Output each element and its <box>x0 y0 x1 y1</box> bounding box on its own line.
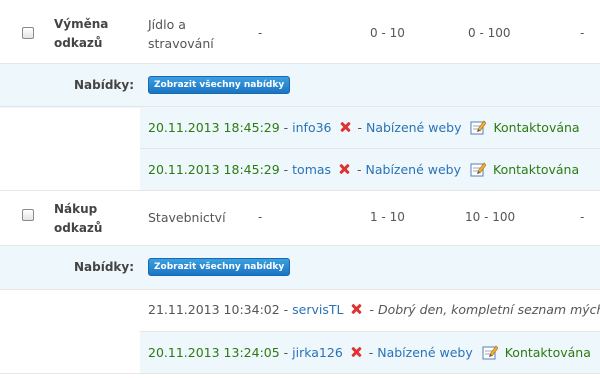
task-col-a: - <box>258 210 263 224</box>
offer-message: Dobrý den, kompletní seznam mých <box>377 302 600 317</box>
offer-row: 20.11.2013 18:45:29 - tomas - Nabízené w… <box>0 149 600 190</box>
offer-separator: - <box>353 162 366 177</box>
task-title-line1: Nákup <box>54 202 98 216</box>
task-title-line2: odkazů <box>54 36 103 50</box>
offer-row: 21.11.2013 10:34:02 - servisTL - Dobrý d… <box>0 290 600 331</box>
offer-datetime: 20.11.2013 18:45:29 <box>148 120 280 135</box>
delete-icon[interactable] <box>350 303 362 315</box>
task-col-c: 10 - 100 <box>465 210 516 224</box>
category-line1: Stavebnictví <box>148 210 226 225</box>
offer-user-link[interactable]: jirka126 <box>292 345 343 360</box>
delete-icon[interactable] <box>339 121 351 133</box>
edit-icon[interactable] <box>470 161 487 177</box>
task-col-b: 0 - 10 <box>370 26 405 40</box>
offer-row: 20.11.2013 18:45:29 - info36 - Nabízené … <box>0 107 600 148</box>
offers-label: Nabídky: <box>74 78 135 92</box>
category-line2: stravování <box>148 36 214 51</box>
task-title[interactable]: Výměna odkazů <box>54 15 108 53</box>
offer-datetime: 20.11.2013 13:24:05 <box>148 345 280 360</box>
offer-line: 20.11.2013 18:45:29 - info36 - Nabízené … <box>148 119 580 136</box>
show-all-offers-button[interactable]: Zobrazit všechny nabídky <box>148 258 291 276</box>
edit-icon[interactable] <box>482 344 498 360</box>
offer-type-link[interactable]: Nabízené weby <box>366 162 462 177</box>
task-title[interactable]: Nákup odkazů <box>54 200 102 238</box>
offer-row: 20.11.2013 13:24:05 - jirka126 - Nabízen… <box>0 332 600 373</box>
task-col-d: - <box>580 26 585 40</box>
offer-status: Kontaktována <box>493 162 580 177</box>
task-col-a: - <box>258 26 263 40</box>
offer-user-link[interactable]: tomas <box>292 162 331 177</box>
offer-user-link[interactable]: servisTL <box>292 302 343 317</box>
delete-icon[interactable] <box>350 346 362 358</box>
delete-icon[interactable] <box>338 163 350 175</box>
offer-datetime: 21.11.2013 10:34:02 <box>148 302 280 317</box>
task-checkbox[interactable] <box>22 209 34 221</box>
task-category: Stavebnictví <box>148 208 226 227</box>
task-category: Jídlo a stravování <box>148 15 214 53</box>
offer-separator: - <box>279 302 293 317</box>
task-col-d: - <box>580 210 585 224</box>
offer-line: 21.11.2013 10:34:02 - servisTL - Dobrý d… <box>148 302 600 318</box>
show-all-offers-button[interactable]: Zobrazit všechny nabídky <box>148 76 291 94</box>
category-line1: Jídlo a <box>148 17 186 32</box>
offer-separator: - <box>365 302 378 317</box>
offer-separator: - <box>364 345 378 360</box>
task-col-b: 1 - 10 <box>370 210 405 224</box>
edit-icon[interactable] <box>470 119 487 135</box>
offer-line: 20.11.2013 13:24:05 - jirka126 - Nabízen… <box>148 344 591 361</box>
offers-header: Nabídky: Zobrazit všechny nabídky <box>0 246 600 290</box>
offer-line: 20.11.2013 18:45:29 - tomas - Nabízené w… <box>148 161 579 178</box>
offer-separator: - <box>279 345 293 360</box>
task-checkbox[interactable] <box>22 27 34 39</box>
task-row: Výměna odkazů Jídlo a stravování - 0 - 1… <box>0 0 600 63</box>
task-title-line1: Výměna <box>54 17 109 31</box>
offers-header: Nabídky: Zobrazit všechny nabídky <box>0 64 600 108</box>
offer-separator: - <box>279 162 293 177</box>
offers-label: Nabídky: <box>74 260 135 274</box>
task-col-c: 0 - 100 <box>468 26 511 40</box>
task-title-line2: odkazů <box>54 221 103 235</box>
offer-user-link[interactable]: info36 <box>292 120 331 135</box>
offer-type-link[interactable]: Nabízené weby <box>377 345 473 360</box>
offer-status: Kontaktována <box>493 120 580 135</box>
divider <box>0 373 600 374</box>
offer-type-link[interactable]: Nabízené weby <box>366 120 462 135</box>
offer-status: Kontaktována <box>504 345 591 360</box>
offer-separator: - <box>279 120 293 135</box>
task-row: Nákup odkazů Stavebnictví - 1 - 10 10 - … <box>0 191 600 245</box>
offer-separator: - <box>353 120 366 135</box>
offer-datetime: 20.11.2013 18:45:29 <box>148 162 280 177</box>
